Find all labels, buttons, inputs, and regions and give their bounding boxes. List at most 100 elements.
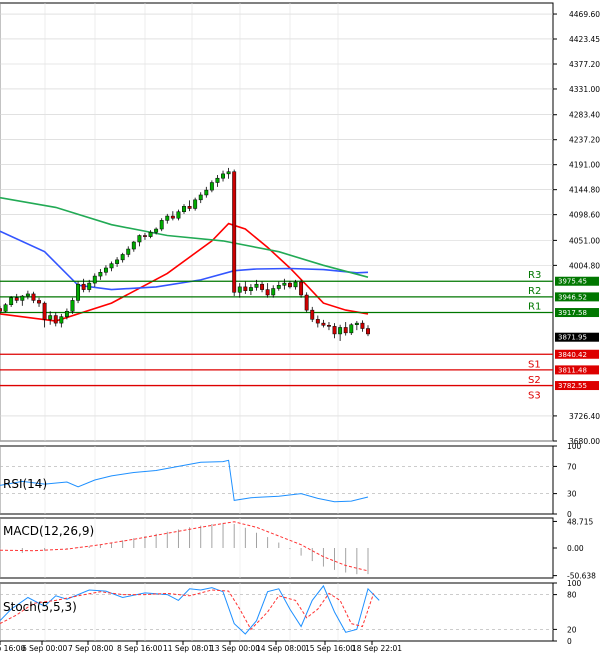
price-tick-label: 4469.60 [569, 10, 600, 19]
macd-panel: 48.7150.00-50.638MACD(12,26,9) [0, 517, 596, 581]
candle-body [165, 215, 170, 221]
candle-body [115, 259, 120, 264]
x-tick-label: 13 Sep 00:00 [210, 644, 260, 653]
candle-body [198, 194, 203, 201]
x-tick-label: 18 Sep 22:01 [352, 644, 402, 653]
candle-body [260, 283, 265, 290]
candle-body [366, 328, 370, 335]
candle-body [31, 293, 36, 301]
current-price-value: 3871.95 [558, 334, 587, 342]
candle-body [360, 322, 365, 329]
candle-body [25, 293, 30, 297]
candle-body [282, 282, 287, 286]
candle-body [70, 300, 75, 312]
panel-tick-label: 30 [567, 490, 577, 499]
candle-body [176, 211, 181, 219]
price-tick-label: 4377.20 [569, 60, 600, 69]
candle-body [53, 315, 58, 324]
candle-body [64, 310, 69, 317]
price-tick-label: 4144.80 [569, 186, 600, 195]
candle-body [120, 254, 125, 261]
candle-body [299, 281, 304, 296]
candle-body [59, 316, 64, 324]
x-tick-label: 7 Sep 08:00 [68, 644, 114, 653]
candle-body [193, 199, 198, 209]
candle-body [293, 281, 298, 288]
price-tick-label: 4191.00 [569, 161, 600, 170]
panel-tick-label: 0 [567, 637, 572, 646]
candle-body [332, 326, 337, 335]
forex-chart: 4469.60 4423.45 4377.20 4331.00 4283.40 4237.… [0, 0, 600, 656]
x-tick-label: 11 Sep 08:01 [163, 644, 213, 653]
candle-body [237, 286, 242, 293]
x-tick-label: 14 Sep 08:00 [256, 644, 306, 653]
candle-body [92, 275, 97, 284]
price-tick-label: 4051.00 [569, 236, 600, 245]
panel-tick-label: 20 [567, 625, 577, 634]
x-tick-label: 8 Sep 16:00 [117, 644, 163, 653]
pivot-level-value: 3811.48 [558, 366, 587, 374]
price-plot-frame [0, 2, 554, 442]
candle-body [226, 171, 231, 175]
candle-body [343, 327, 348, 334]
candle-body [98, 272, 103, 277]
stoch-label: Stoch(5,5,3) [3, 600, 77, 614]
macd-label: MACD(12,26,9) [3, 524, 94, 538]
price-panel: 4469.60 4423.45 4377.20 4331.00 4283.40 4237.… [0, 2, 600, 446]
price-tick-label: 4237.20 [569, 136, 600, 145]
candle-body [126, 248, 131, 255]
rsi-panel: 10070300RSI(14) [0, 442, 582, 519]
pivot-level-name: R1 [528, 302, 541, 313]
candle-body [159, 220, 164, 230]
candle-body [0, 308, 2, 312]
candle-body [76, 283, 81, 301]
candle-body [143, 235, 147, 237]
candle-body [321, 322, 326, 326]
stoch-panel: 100 80 20 0 Stoch(5,5,3) [0, 579, 582, 646]
candle-body [48, 315, 53, 320]
panel-tick-label: 0.00 [567, 544, 584, 553]
candle-body [221, 173, 225, 179]
pivot-level-value: 3840.42 [558, 351, 587, 359]
panel-frame [0, 445, 554, 515]
panel-tick-label: 100 [567, 442, 582, 451]
price-tick-label: 4098.60 [569, 211, 600, 220]
candle-body [187, 206, 192, 209]
pivot-level-name: R2 [528, 286, 541, 297]
candle-body [265, 289, 270, 296]
candle-body [182, 206, 186, 212]
candle-body [304, 294, 309, 311]
panel-tick-label: 48.715 [567, 517, 593, 526]
candle-body [243, 286, 248, 291]
candle-body [248, 287, 253, 291]
x-tick-label: 15 Sep 16:00 [305, 644, 355, 653]
x-tick-label: 6 Sep 00:00 [22, 644, 68, 653]
price-tick-label: 4331.00 [569, 85, 600, 94]
candle-body [37, 300, 41, 304]
candle-body [109, 263, 114, 269]
candle-body [103, 267, 108, 273]
candle-body [3, 304, 8, 312]
candle-body [271, 288, 276, 296]
candle-body [310, 309, 315, 320]
candle-body [204, 189, 209, 196]
candle-body [215, 177, 220, 183]
candle-body [254, 283, 259, 288]
price-tick-label: 3726.40 [569, 412, 600, 421]
candle-body [209, 182, 214, 191]
candle-body [148, 232, 153, 237]
panel-frame [0, 582, 554, 642]
pivot-level-value: 3917.58 [558, 309, 587, 317]
candle-body [354, 322, 359, 325]
candle-body [232, 171, 237, 293]
candle-body [42, 302, 47, 320]
candle-body [349, 324, 354, 334]
panel-tick-label: 80 [567, 591, 577, 600]
pivot-level-name: S3 [528, 391, 541, 402]
candle-body [154, 228, 159, 233]
candle-body [81, 283, 86, 290]
pivot-level-value: 3782.55 [558, 382, 587, 390]
pivot-level-name: S2 [528, 375, 541, 386]
candle-body [276, 285, 281, 289]
pivot-level-value: 3946.52 [558, 293, 587, 301]
